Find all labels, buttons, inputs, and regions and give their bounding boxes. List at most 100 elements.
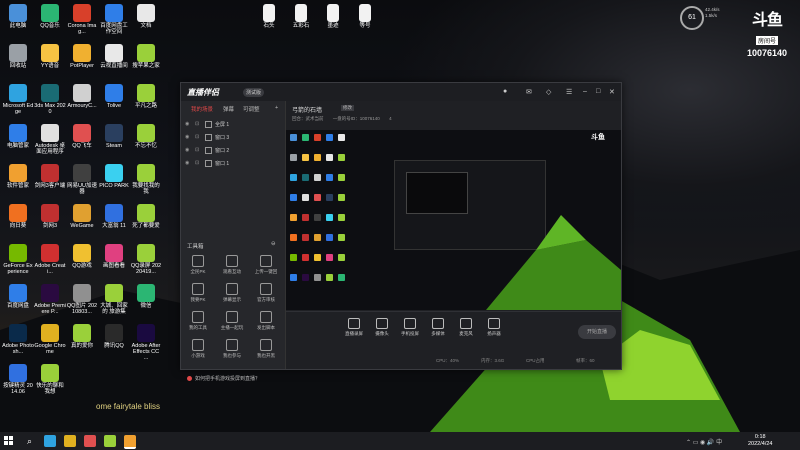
desktop-icon[interactable]: ArmouryC... — [66, 84, 98, 109]
desktop-icon[interactable]: QQ飞车 — [66, 124, 98, 149]
file-icon[interactable]: 墨迹 — [317, 4, 349, 29]
desktop-icon[interactable]: Adobe After Effects CC ... — [130, 324, 162, 361]
taskbar-chrome-icon[interactable] — [64, 435, 76, 447]
desktop-icon[interactable]: 软件管家 — [2, 164, 34, 189]
desktop-icon[interactable]: 微信 — [130, 284, 162, 309]
scene-item[interactable]: ◉ ⊡ 窗口 3 — [185, 132, 281, 144]
lock-icon[interactable]: ⊡ — [195, 160, 199, 166]
desktop-icon[interactable]: Adobe Photosh... — [2, 324, 34, 355]
taskbar-music-icon[interactable] — [104, 435, 116, 447]
notification-icon[interactable]: ◇ — [546, 88, 551, 96]
desktop-icon[interactable]: 真的爱你 — [66, 324, 98, 349]
desktop-icon[interactable]: PotPlayer — [66, 44, 98, 69]
start-button[interactable] — [4, 436, 14, 446]
tool-button[interactable]: 发出脚本 — [251, 311, 281, 331]
desktop-icon[interactable]: 向日葵 — [2, 204, 34, 229]
visibility-icon[interactable]: ◉ — [185, 134, 189, 140]
clock[interactable]: 0:18 2022/4/24 — [748, 434, 772, 448]
desktop-icon[interactable]: Corona Imag... — [66, 4, 98, 35]
desktop-icon[interactable]: Tolive — [98, 84, 130, 109]
lock-icon[interactable]: ⊡ — [195, 121, 199, 127]
menu-icon[interactable]: ☰ — [566, 88, 572, 96]
tool-button[interactable]: 主播一起玩 — [217, 311, 247, 331]
desktop-icon[interactable]: 平凡之路 — [130, 84, 162, 109]
tool-button[interactable]: 上传一键回 — [251, 255, 281, 275]
tool-button[interactable]: 官方审核 — [251, 283, 281, 303]
file-icon[interactable]: 五彩石 — [285, 4, 317, 29]
edit-title-button[interactable]: 修改 — [341, 105, 354, 111]
visibility-icon[interactable]: ◉ — [185, 160, 189, 166]
desktop-icon[interactable]: 剑网3客户端 — [34, 164, 66, 189]
desktop-icon[interactable]: 剑网3 — [34, 204, 66, 229]
desktop-icon[interactable]: 文档 — [130, 4, 162, 29]
scene-item[interactable]: ◉ ⊡ 窗口 2 — [185, 145, 281, 157]
tool-button[interactable]: 我也参与 — [217, 339, 247, 359]
desktop-icon[interactable]: 3ds Max 2020 — [34, 84, 66, 115]
tool-button[interactable]: 弹幕显示 — [217, 283, 247, 303]
desktop-icon[interactable]: 快乐的聊和 我想 — [34, 364, 66, 395]
desktop-icon[interactable]: 不忘不忆 — [130, 124, 162, 149]
desktop-icon[interactable]: 百度网盘 — [2, 284, 34, 309]
messages-icon[interactable]: ✉ — [526, 88, 532, 96]
desktop-icon[interactable]: 腾讯QQ — [98, 324, 130, 349]
go-live-button[interactable]: 开始直播 — [578, 325, 616, 339]
desktop-icon[interactable]: 死了都要爱 — [130, 204, 162, 229]
toolbox-more-icon[interactable]: ⊖ — [271, 241, 276, 247]
add-scene-icon[interactable]: + — [275, 105, 278, 111]
scene-item[interactable]: ◉ ⊡ 全屏 1 — [185, 119, 281, 131]
search-icon[interactable]: ⌕ — [27, 436, 32, 447]
desktop-icon[interactable]: 回收站 — [2, 44, 34, 69]
tool-button[interactable]: 小游戏 — [183, 339, 213, 359]
file-icon[interactable]: 石头 — [253, 4, 285, 29]
scene-item[interactable]: ◉ ⊡ 窗口 1 — [185, 158, 281, 170]
desktop-icon[interactable]: Google Chrome — [34, 324, 66, 355]
desktop-icon[interactable]: 大城、回家的 旅游集 — [98, 284, 130, 315]
lock-icon[interactable]: ⊡ — [195, 134, 199, 140]
desktop-icon[interactable]: Autodesk 桌面应用程序 — [34, 124, 66, 155]
desktop-icon[interactable]: 网易UU加速器 — [66, 164, 98, 195]
taskbar-edge-icon[interactable] — [44, 435, 56, 447]
desktop-icon[interactable]: 我要找我的我 — [130, 164, 162, 195]
desktop-icon[interactable]: 百度网盘工作空间 — [98, 4, 130, 35]
desktop-icon[interactable]: 此电脑 — [2, 4, 34, 29]
tab-scenes[interactable]: 我的场景 — [191, 105, 213, 113]
desktop-icon[interactable]: Microsoft Edge — [2, 84, 34, 115]
desktop-icon[interactable]: QQ录屏 20220419... — [130, 244, 162, 275]
desktop-icon[interactable]: Adobe Premiere P... — [34, 284, 66, 315]
lock-icon[interactable]: ⊡ — [195, 147, 199, 153]
desktop-icon[interactable]: QQ音乐 — [34, 4, 66, 29]
tool-button[interactable]: 观看互动 — [217, 255, 247, 275]
close-icon[interactable]: ✕ — [609, 88, 615, 96]
desktop-icon[interactable]: 按键精灵 2014.06 — [2, 364, 34, 395]
taskbar-streaming-icon[interactable] — [124, 435, 136, 449]
avatar[interactable]: ● — [503, 88, 507, 95]
maximize-icon[interactable]: □ — [596, 88, 600, 95]
desktop-icon[interactable]: PICO PARK — [98, 164, 130, 189]
tool-button[interactable]: 我的工具 — [183, 311, 213, 331]
desktop-icon[interactable]: Adobe Creati... — [34, 244, 66, 275]
help-hint[interactable]: 如何把手机游戏投屏到直播？ — [187, 375, 260, 382]
tool-button[interactable]: 我要PK — [183, 283, 213, 303]
taskbar-app-icon[interactable] — [84, 435, 96, 447]
desktop-icon[interactable]: 云视直播间 — [98, 44, 130, 69]
tool-button[interactable]: 全民PK — [183, 255, 213, 275]
desktop-icon[interactable]: WeGame — [66, 204, 98, 229]
desktop-icon[interactable]: 画图看看 — [98, 244, 130, 269]
visibility-icon[interactable]: ◉ — [185, 121, 189, 127]
system-tray[interactable]: ⌃ ▭ ◉ 🔊 中 — [686, 437, 722, 446]
visibility-icon[interactable]: ◉ — [185, 147, 189, 153]
file-icon[interactable]: 等号 — [349, 4, 381, 29]
tab-danmaku[interactable]: 弹幕 — [223, 105, 234, 113]
desktop-icon[interactable]: Steam — [98, 124, 130, 149]
tool-button[interactable]: 我也开黑 — [251, 339, 281, 359]
desktop-icon[interactable]: QQ图片 20210803... — [66, 284, 98, 315]
minimize-icon[interactable]: – — [583, 88, 587, 95]
desktop-icon[interactable]: GeForce Experience — [2, 244, 34, 275]
desktop-icon[interactable]: 搜苹果之家 — [130, 44, 162, 69]
desktop-icon[interactable]: 电脑管家 — [2, 124, 34, 149]
desktop-icon[interactable]: QQ游戏 — [66, 244, 98, 269]
tab-adjust[interactable]: 可调整 — [243, 105, 260, 113]
desktop-icon[interactable]: 大富翁 11 — [98, 204, 130, 229]
control-button[interactable]: 扬声器 — [478, 318, 510, 337]
desktop-icon[interactable]: YY语音 — [34, 44, 66, 69]
